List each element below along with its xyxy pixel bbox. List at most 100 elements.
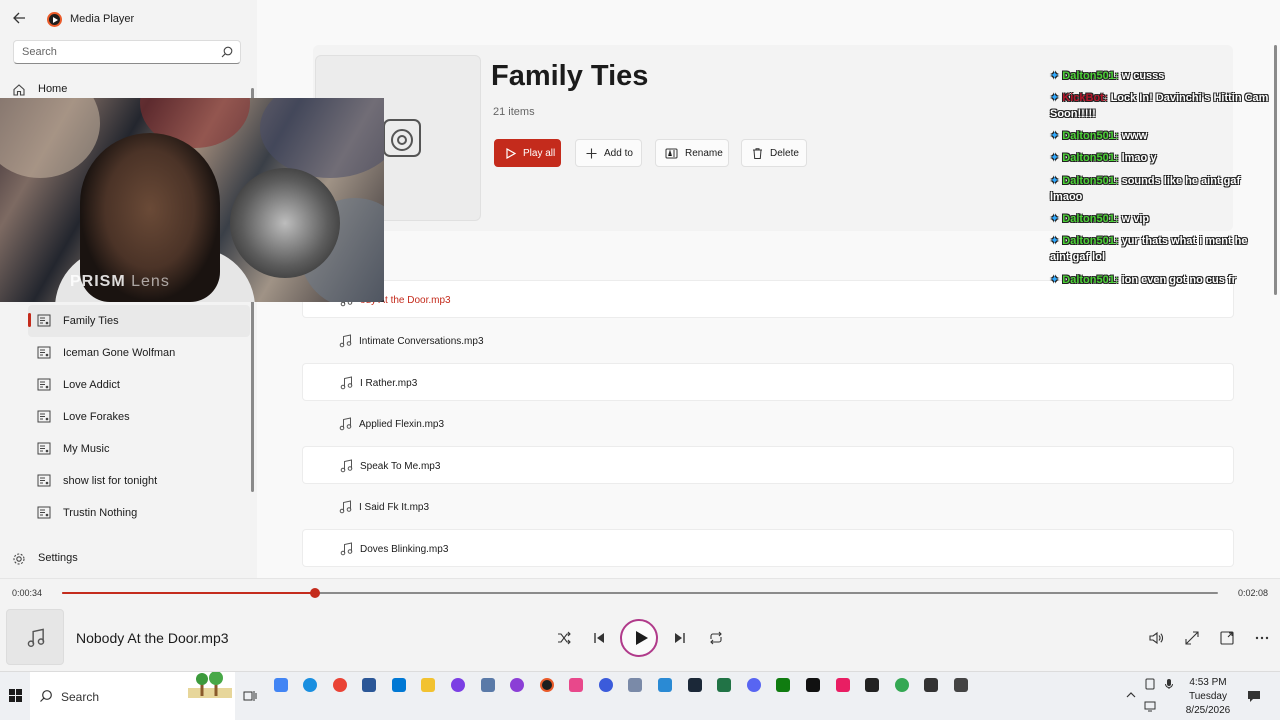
track-name: Speak To Me.mp3 xyxy=(360,461,441,472)
prism-lens-watermark: PRISM Lens xyxy=(70,273,170,290)
sidebar-item-playlist[interactable]: Love Forakes xyxy=(28,401,250,433)
taskbar-app-icon[interactable] xyxy=(451,678,465,692)
add-to-label: Add to xyxy=(604,148,633,159)
elapsed-time: 0:00:34 xyxy=(12,588,43,598)
taskbar-app-icon[interactable] xyxy=(747,678,761,692)
playlist-title: Family Ties xyxy=(491,60,649,92)
track-row[interactable]: I Rather.mp3 xyxy=(302,363,1234,401)
chat-text: www xyxy=(1121,130,1148,142)
back-arrow-icon[interactable] xyxy=(12,11,26,25)
chat-user: Dalton501: xyxy=(1062,130,1119,142)
microphone-icon[interactable] xyxy=(1163,678,1175,690)
track-name: I Rather.mp3 xyxy=(360,378,418,389)
mini-player-icon[interactable] xyxy=(1219,630,1235,646)
plus-icon xyxy=(586,148,597,159)
seek-thumb[interactable] xyxy=(310,588,321,598)
delete-button[interactable]: Delete xyxy=(741,139,807,167)
taskbar-app-icon[interactable] xyxy=(954,678,968,692)
taskbar-app-icon[interactable] xyxy=(421,678,435,692)
nav-home-label: Home xyxy=(38,83,68,95)
play-icon xyxy=(506,147,517,160)
seek-bar[interactable] xyxy=(62,588,1218,598)
track-row[interactable]: Intimate Conversations.mp3 xyxy=(302,322,1234,360)
shuffle-icon[interactable] xyxy=(556,630,572,646)
track-name: Applied Flexin.mp3 xyxy=(359,419,445,430)
repeat-icon[interactable] xyxy=(708,630,724,646)
taskbar-app-icon[interactable] xyxy=(836,678,850,692)
track-row[interactable]: Applied Flexin.mp3 xyxy=(302,405,1234,443)
sidebar-item-playlist[interactable]: Family Ties xyxy=(28,305,250,337)
taskbar: Search 4:53 PM Tuesday 8/25/2026 xyxy=(0,671,1280,720)
music-note-icon xyxy=(27,628,45,647)
notifications-icon[interactable] xyxy=(1247,689,1261,703)
sidebar-item-playlist[interactable]: show list for tonight xyxy=(28,465,250,497)
pin-icon: ✦ xyxy=(1050,70,1060,82)
play-all-label: Play all xyxy=(523,148,556,159)
add-to-button[interactable]: Add to xyxy=(575,139,642,167)
taskbar-app-icon[interactable] xyxy=(865,678,879,692)
network-icon[interactable] xyxy=(1144,700,1156,712)
search-icon[interactable] xyxy=(221,46,233,58)
taskbar-app-icon[interactable] xyxy=(392,678,406,692)
taskbar-search[interactable]: Search xyxy=(30,672,235,720)
main-scrollbar[interactable] xyxy=(1274,45,1277,295)
palm-tree-icon xyxy=(188,672,232,698)
trash-icon xyxy=(753,148,762,159)
chat-message: ✦ Dalton501: sounds like he aint gaf lma… xyxy=(1050,173,1270,205)
volume-icon[interactable] xyxy=(1148,630,1164,646)
taskbar-app-icon[interactable] xyxy=(481,678,495,692)
sidebar-item-playlist[interactable]: Love Addict xyxy=(28,369,250,401)
nav-settings[interactable]: Settings xyxy=(0,543,250,575)
clock-day: Tuesday xyxy=(1189,691,1227,702)
track-row[interactable]: Doves Blinking.mp3 xyxy=(302,529,1234,567)
taskbar-app-icon[interactable] xyxy=(510,678,524,692)
next-icon[interactable] xyxy=(672,630,688,646)
taskbar-app-icon[interactable] xyxy=(895,678,909,692)
chat-user: Dalton501: xyxy=(1062,274,1119,286)
rename-button[interactable]: Rename xyxy=(655,139,729,167)
taskbar-media-player-icon[interactable] xyxy=(540,678,554,692)
taskbar-app-icon[interactable] xyxy=(274,678,288,692)
device-icon[interactable] xyxy=(1144,678,1156,690)
taskbar-app-icon[interactable] xyxy=(776,678,790,692)
taskbar-app-icon[interactable] xyxy=(362,678,376,692)
play-button[interactable] xyxy=(620,619,658,657)
taskbar-app-icon[interactable] xyxy=(688,678,702,692)
taskbar-app-icon[interactable] xyxy=(658,678,672,692)
now-playing-artwork[interactable] xyxy=(6,609,64,665)
taskbar-app-icon[interactable] xyxy=(569,678,583,692)
previous-icon[interactable] xyxy=(591,630,607,646)
taskbar-app-icon[interactable] xyxy=(599,678,613,692)
pin-icon: ✦ xyxy=(1050,235,1060,247)
track-row[interactable]: I Said Fk It.mp3 xyxy=(302,488,1234,526)
sidebar-item-playlist[interactable]: Trustin Nothing xyxy=(28,497,250,529)
playlist-label: Family Ties xyxy=(63,315,119,327)
search-input[interactable]: Search xyxy=(13,40,241,64)
pin-icon: ✦ xyxy=(1050,175,1060,187)
sidebar-item-playlist[interactable]: Iceman Gone Wolfman xyxy=(28,337,250,369)
track-name: Doves Blinking.mp3 xyxy=(360,544,449,555)
pin-icon: ✦ xyxy=(1050,213,1060,225)
chat-message: ✦ Dalton501: lmao y xyxy=(1050,150,1270,166)
sidebar-item-playlist[interactable]: My Music xyxy=(28,433,250,465)
taskbar-search-placeholder: Search xyxy=(61,690,100,704)
microphone xyxy=(230,168,340,278)
windows-start-icon[interactable] xyxy=(9,689,22,702)
play-all-button[interactable]: Play all xyxy=(494,139,561,167)
chevron-up-icon[interactable] xyxy=(1125,689,1137,701)
track-row[interactable]: Speak To Me.mp3 xyxy=(302,446,1234,484)
taskbar-app-icon[interactable] xyxy=(303,678,317,692)
clock-date: 8/25/2026 xyxy=(1185,705,1231,716)
fullscreen-icon[interactable] xyxy=(1184,630,1200,646)
taskbar-clock[interactable]: 4:53 PM Tuesday 8/25/2026 xyxy=(1176,676,1240,718)
more-options-icon[interactable] xyxy=(1254,630,1270,646)
taskbar-app-icon[interactable] xyxy=(628,678,642,692)
task-view-icon[interactable] xyxy=(243,689,257,703)
taskbar-app-icon[interactable] xyxy=(717,678,731,692)
now-playing-title: Nobody At the Door.mp3 xyxy=(76,630,229,646)
taskbar-app-icon[interactable] xyxy=(924,678,938,692)
taskbar-app-icon[interactable] xyxy=(333,678,347,692)
taskbar-app-icon[interactable] xyxy=(806,678,820,692)
music-note-icon xyxy=(339,500,352,514)
playlist-icon xyxy=(37,314,51,327)
